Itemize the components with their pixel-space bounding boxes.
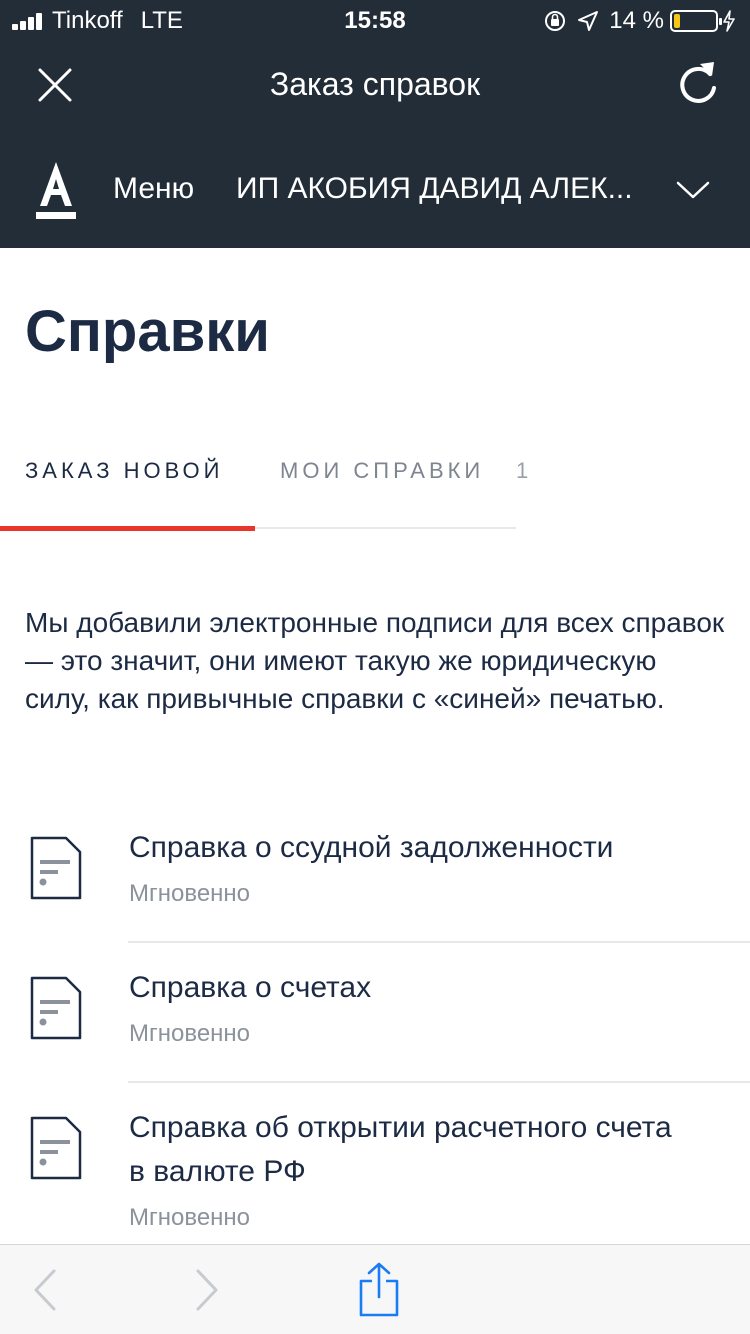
signature-notice: Мы добавили электронные подписи для всех…	[25, 607, 725, 714]
location-icon	[578, 11, 599, 31]
list-divider	[128, 941, 750, 943]
document-icon	[30, 836, 82, 900]
orientation-lock-icon	[545, 11, 566, 31]
item-subtitle: Мгновенно	[129, 1020, 251, 1047]
app-header: Заказ справок Меню ИП АКОБИЯ ДАВИД АЛЕК.…	[0, 40, 750, 248]
tab-order-new[interactable]: ЗАКАЗ НОВОЙ	[25, 458, 223, 484]
menu-link[interactable]: Меню	[113, 172, 194, 206]
back-arrow-icon[interactable]	[30, 1267, 60, 1313]
status-right: 14 %	[533, 7, 736, 35]
company-selector[interactable]: ИП АКОБИЯ ДАВИД АЛЕК...	[236, 172, 666, 206]
battery-percent: 14 %	[609, 7, 664, 34]
item-subtitle: Мгновенно	[129, 880, 251, 907]
list-divider	[128, 1081, 750, 1083]
share-icon[interactable]	[356, 1261, 402, 1319]
tab-count-badge: 1	[516, 458, 529, 483]
tabs: ЗАКАЗ НОВОЙ МОИ СПРАВКИ 1	[0, 440, 528, 532]
page-title: Справки	[25, 299, 270, 364]
document-icon	[30, 976, 82, 1040]
item-title: Справка о счетах	[129, 971, 372, 1004]
item-title: Справка о ссудной задолженности	[129, 831, 614, 864]
battery-icon	[670, 10, 722, 32]
browser-toolbar	[0, 1244, 750, 1334]
battery-fill	[674, 14, 680, 28]
status-bar: Tinkoff LTE 15:58 14 %	[0, 0, 750, 40]
alfa-logo[interactable]	[34, 160, 78, 222]
refresh-icon[interactable]	[674, 58, 722, 110]
tab-my-certificates[interactable]: МОИ СПРАВКИ	[280, 458, 484, 484]
forward-arrow-icon[interactable]	[192, 1267, 222, 1313]
header-title: Заказ справок	[269, 66, 481, 102]
chevron-down-icon[interactable]	[676, 180, 710, 200]
item-subtitle: Мгновенно	[129, 1204, 251, 1231]
document-icon	[30, 1116, 82, 1180]
active-tab-indicator	[0, 526, 255, 531]
charging-icon	[723, 10, 735, 32]
item-title: Справка об открытии расчетного счета в в…	[129, 1111, 672, 1188]
